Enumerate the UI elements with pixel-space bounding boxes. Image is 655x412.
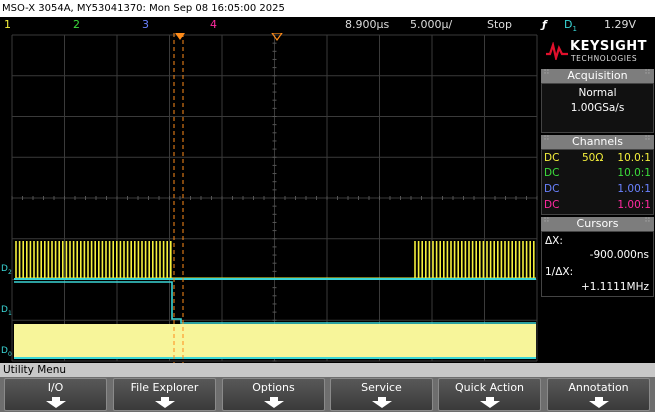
softkey-service[interactable]: Service xyxy=(330,378,433,411)
trigger-source-index: 1 xyxy=(572,25,577,34)
arrow-down-icon xyxy=(46,397,66,408)
arrow-down-icon xyxy=(372,397,392,408)
graticule-grid xyxy=(11,34,538,362)
softkey-label: Service xyxy=(361,381,402,394)
softkey-io[interactable]: I/O xyxy=(4,378,107,411)
ch2-probe: 10.0:1 xyxy=(617,167,651,179)
d2-letter: D xyxy=(1,264,8,274)
digital-label-d0: D0 xyxy=(1,346,12,358)
channels-panel: DC 50Ω 10.0:1 DC 10.0:1 DC 1.00:1 DC 1.0… xyxy=(541,149,654,215)
ch4-coupling: DC xyxy=(544,199,560,211)
grip-dots-icon: ∷ xyxy=(544,216,549,224)
waveform-display[interactable] xyxy=(0,33,540,363)
cursors-header[interactable]: ∷ Cursors ∷ xyxy=(541,217,654,231)
grip-dots-icon: ∷ xyxy=(645,68,650,76)
sample-rate: 1.00GSa/s xyxy=(570,102,625,114)
softkey-annotation[interactable]: Annotation xyxy=(547,378,650,411)
softkey-label: Options xyxy=(252,381,295,394)
softkey-quick-action[interactable]: Quick Action xyxy=(438,378,541,411)
run-state[interactable]: Stop xyxy=(487,17,512,33)
d1-index: 1 xyxy=(7,309,12,317)
d0-index: 0 xyxy=(7,350,12,358)
acquisition-header[interactable]: ∷ Acquisition ∷ xyxy=(541,69,654,83)
trigger-level: 1.29V xyxy=(604,18,637,31)
channels-title: Channels xyxy=(572,135,623,148)
softkey-file-explorer[interactable]: File Explorer xyxy=(113,378,216,411)
grip-dots-icon: ∷ xyxy=(645,134,650,142)
arrow-down-icon xyxy=(155,397,175,408)
ch1-coupling: DC xyxy=(544,152,560,164)
channels-header[interactable]: ∷ Channels ∷ xyxy=(541,135,654,149)
delta-x-label: ΔX: xyxy=(545,235,563,247)
acquisition-panel: Normal 1.00GSa/s xyxy=(541,83,654,133)
brand-name: KEYSIGHT xyxy=(570,39,647,54)
cursors-panel: ΔX: -900.000ns 1/ΔX: +1.1111MHz xyxy=(541,231,654,297)
ch3-probe: 1.00:1 xyxy=(617,183,651,195)
d0-letter: D xyxy=(1,346,8,356)
channel-1-indicator[interactable]: 1 xyxy=(4,17,11,33)
ch3-coupling: DC xyxy=(544,183,560,195)
channel-2-indicator[interactable]: 2 xyxy=(73,17,80,33)
arrow-down-icon xyxy=(480,397,500,408)
grip-dots-icon: ∷ xyxy=(544,68,549,76)
time-reference-marker xyxy=(271,33,283,42)
ch1-fill-region xyxy=(14,324,536,357)
d2-index: 2 xyxy=(7,268,12,276)
menu-title-bar: Utility Menu xyxy=(0,363,655,377)
d1-letter: D xyxy=(1,305,8,315)
trigger-edge-icon: ƒ xyxy=(542,18,547,31)
graticule-and-waveforms xyxy=(11,33,538,363)
time-reference: 8.900µs xyxy=(345,18,390,31)
status-bar: 1 2 3 4 8.900µs 5.000µ/ Stop ƒ D1 1.29V xyxy=(0,17,655,33)
inverse-delta-x-label: 1/ΔX: xyxy=(545,266,574,278)
keysight-wave-icon xyxy=(546,42,568,60)
acquisition-title: Acquisition xyxy=(567,69,628,82)
digital-label-d1: D1 xyxy=(1,305,12,317)
title-bar: MSO-X 3054A, MY53041370: Mon Sep 08 16:0… xyxy=(0,0,655,17)
arrow-down-icon xyxy=(264,397,284,408)
menu-title: Utility Menu xyxy=(3,364,67,376)
ch1-impedance: 50Ω xyxy=(582,152,604,164)
ch2-coupling: DC xyxy=(544,167,560,179)
acquisition-mode: Normal xyxy=(578,87,617,99)
brand-logo: KEYSIGHT TECHNOLOGIES xyxy=(542,37,653,65)
channel-4-indicator[interactable]: 4 xyxy=(210,17,217,33)
softkey-options[interactable]: Options xyxy=(222,378,325,411)
brand-tagline: TECHNOLOGIES xyxy=(571,54,638,63)
ch1-probe: 10.0:1 xyxy=(617,152,651,164)
grip-dots-icon: ∷ xyxy=(645,216,650,224)
cursors-title: Cursors xyxy=(576,217,619,230)
inverse-delta-x-value: +1.1111MHz xyxy=(580,281,649,293)
channel-3-indicator[interactable]: 3 xyxy=(142,17,149,33)
softkey-label: File Explorer xyxy=(130,381,199,394)
softkey-label: Annotation xyxy=(568,381,629,394)
softkey-label: Quick Action xyxy=(454,381,525,394)
grip-dots-icon: ∷ xyxy=(544,134,549,142)
ch4-probe: 1.00:1 xyxy=(617,199,651,211)
delta-x-value: -900.000ns xyxy=(589,249,649,261)
digital-label-d2: D2 xyxy=(1,264,12,276)
instrument-id: MSO-X 3054A, MY53041370: Mon Sep 08 16:0… xyxy=(2,3,285,14)
arrow-down-icon xyxy=(589,397,609,408)
softkey-label: I/O xyxy=(47,381,64,394)
time-per-division: 5.000µ/ xyxy=(410,18,453,31)
